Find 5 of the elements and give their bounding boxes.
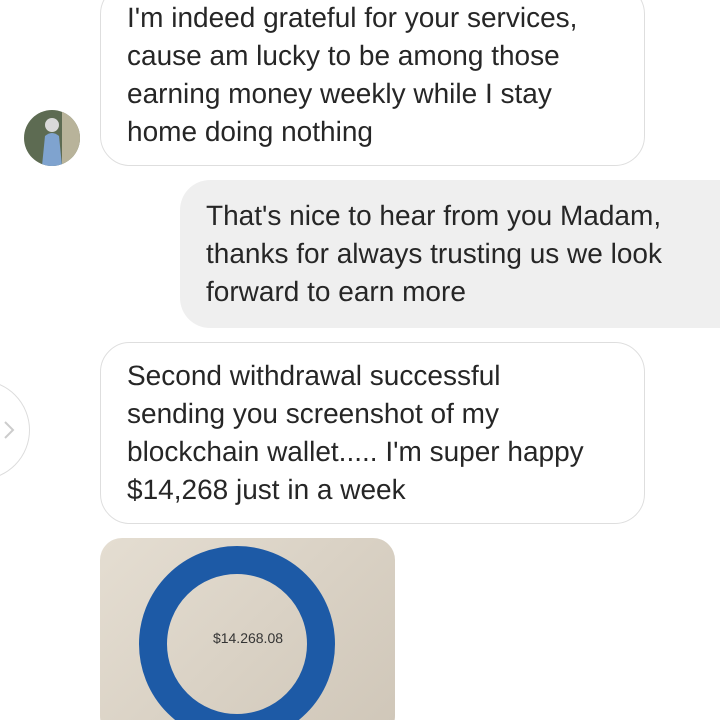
message-bubble: That's nice to hear from you Madam, thanks for always trusting us we look forward to earn more [180, 180, 720, 328]
message-bubble: I'm indeed grateful for your services, cause am lucky to be among those earning money weekly while I stay home doing nothing [100, 0, 645, 166]
chevron-icon [3, 420, 15, 440]
balance-amount: $14.268.08 [212, 630, 284, 646]
message-bubble: Second withdrawal successful sending you screenshot of my blockchain wallet..... I'm super happy $14,268 just in a week [100, 342, 645, 524]
